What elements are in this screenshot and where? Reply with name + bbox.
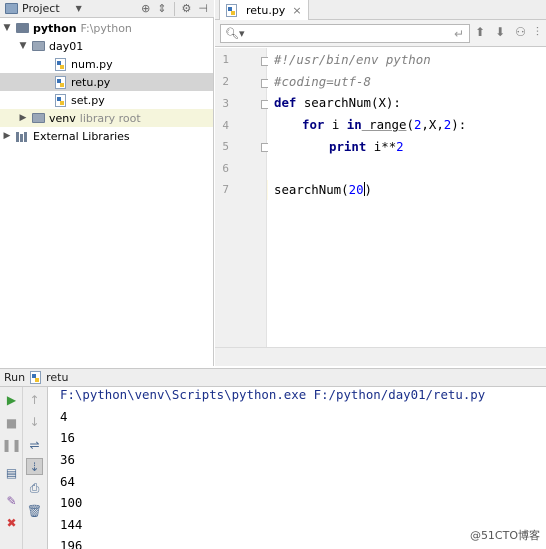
tree-item-external-libraries[interactable]: ▶ External Libraries [0,127,213,145]
tree-item-num-py[interactable]: num.py [0,55,213,73]
console-command-line: F:\python\venv\Scripts\python.exe F:/pyt… [60,387,486,402]
tree-item-set-py[interactable]: set.py [0,91,213,109]
console-output-line: 64 [60,474,75,489]
project-icon [5,3,18,14]
project-panel-title[interactable]: Project [22,2,60,15]
split-icon[interactable]: ⇕ [157,2,166,16]
tree-item-label: set.py [71,93,105,107]
search-icon[interactable]: 🔍︎▾ [225,27,245,40]
up-arrow-icon[interactable]: ⬆ [475,25,485,40]
line-number: 6 [222,162,229,175]
find-bar: 🔍︎▾ ↵ ⬆ ⬇ ⚇ ⫶ [215,20,546,47]
print-icon[interactable]: ⎙ [26,480,43,497]
pin-icon[interactable]: ✎ [3,492,20,509]
console-output-line: 196 [60,538,83,549]
folder-icon [32,41,45,51]
stop-icon[interactable]: ■ [3,414,20,431]
down-arrow-icon[interactable]: ⬇ [495,25,505,40]
library-root-hint: library root [79,111,141,125]
up-arrow-icon[interactable]: ↑ [26,391,43,408]
tree-item-label: num.py [71,57,113,71]
tab-retu-py[interactable]: retu.py × [219,0,309,20]
tree-item-label: venv [49,111,76,125]
tree-item-path: F:\python [80,21,132,35]
tree-item-label: retu.py [71,75,111,89]
down-arrow-icon[interactable]: ↓ [26,413,43,430]
line-number: 1 [222,53,229,66]
run-toolbar-primary: ▶ ■ ❚❚ ▤ ✎ ✖ [0,387,23,549]
line-number: 5 [222,140,229,153]
python-file-icon [55,93,66,107]
run-icon[interactable]: ▶ [3,391,20,408]
chevron-down-icon[interactable]: ▼ [76,4,82,13]
folder-icon [32,113,45,123]
run-panel-title: Run [4,371,26,384]
line-number: 2 [222,75,229,88]
code-line-3: def searchNum(X): [274,95,401,110]
chevron-right-icon[interactable]: ▶ [2,131,12,141]
editor-breadcrumb-bar [215,347,546,366]
search-input[interactable]: 🔍︎▾ ↵ [220,24,470,43]
code-line-4: for i in range(2,X,2): [302,117,467,132]
trash-icon[interactable]: 🗑︎ [26,502,43,519]
soft-wrap-icon[interactable]: ⇌ [26,436,43,453]
find-usages-icon[interactable]: ⚇ [515,25,526,40]
project-tree: ▼ python F:\python ▼ day01 num.py retu.p… [0,18,214,366]
tree-item-label: day01 [49,39,84,53]
tree-item-label: External Libraries [33,129,130,143]
target-icon[interactable]: ⊕ [141,2,150,16]
chevron-down-icon[interactable]: ▼ [18,41,28,51]
python-file-icon [55,75,66,89]
close-icon[interactable]: × [292,4,301,17]
project-tool-window-header: Project ▼ ⊕ ⇕ ⚙ ⊣ [0,0,214,18]
folder-icon [16,23,29,33]
console-output-line: 144 [60,517,83,532]
code-line-7: searchNum(20) [274,182,372,197]
chevron-down-icon[interactable]: ▼ [2,23,12,33]
line-number: 7 [222,183,229,196]
gear-icon[interactable]: ⚙ [182,2,192,16]
chevron-right-icon[interactable]: ▶ [18,113,28,123]
enter-icon: ↵ [453,26,464,41]
tree-item-label: python [33,21,77,35]
code-line-5: print i**2 [329,139,404,154]
python-file-icon [55,57,66,71]
editor-tab-bar: retu.py × [215,0,546,20]
run-toolbar-secondary: ↑ ↓ ⇌ ⇣ ⎙ 🗑︎ [23,387,48,549]
console-output-line: 16 [60,430,75,445]
restore-layout-icon[interactable]: ▤ [3,464,20,481]
python-file-icon [226,3,237,17]
scroll-to-end-icon[interactable]: ⇣ [26,458,43,475]
console-output-line: 4 [60,409,68,424]
tree-item-day01[interactable]: ▼ day01 [0,37,213,55]
pause-icon[interactable]: ❚❚ [1,436,21,453]
tab-label: retu.py [246,3,286,17]
tree-item-venv[interactable]: ▶ venv library root [0,109,213,127]
python-run-config-icon [30,371,42,384]
run-config-name[interactable]: retu [46,371,68,384]
watermark: @51CTO博客 [469,529,540,542]
tree-item-retu-py[interactable]: retu.py [0,73,213,91]
code-line-1: #!/usr/bin/env python [274,52,431,67]
editor-gutter: 1 2 3 4 5 6 7 [215,48,270,366]
console-output-line: 36 [60,452,75,467]
tree-item-python[interactable]: ▼ python F:\python [0,19,213,37]
console-output-line: 100 [60,495,83,510]
line-number: 4 [222,119,229,132]
filter-icon[interactable]: ⫶ [536,25,539,40]
close-icon[interactable]: ✖ [3,514,20,531]
run-console-output[interactable]: F:\python\venv\Scripts\python.exe F:/pyt… [48,387,546,549]
run-tool-window-header: Run retu [0,368,546,387]
hide-icon[interactable]: ⊣ [198,2,208,16]
code-line-2: #coding=utf-8 [274,74,371,89]
library-icon [16,131,29,142]
line-number: 3 [222,97,229,110]
divider [173,2,175,16]
